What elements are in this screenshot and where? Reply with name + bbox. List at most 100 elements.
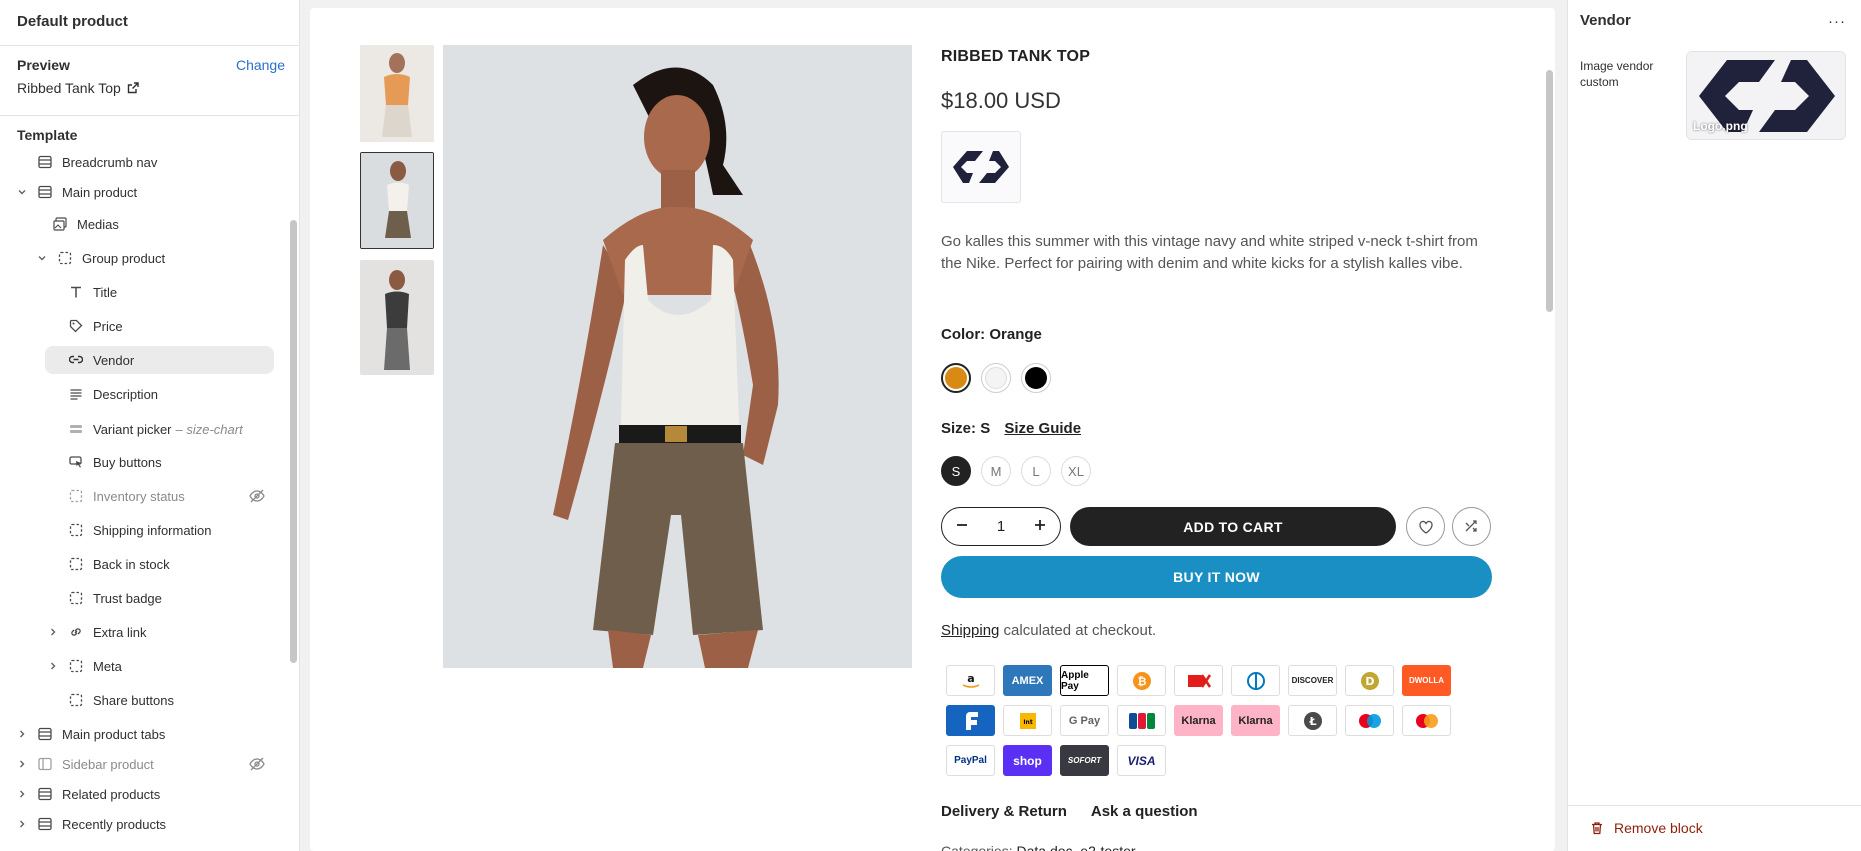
more-options-icon[interactable]: ··· <box>1828 13 1846 30</box>
dwolla-icon: DWOLLA <box>1402 665 1451 696</box>
product-price: $18.00 USD <box>941 88 1061 113</box>
divider <box>0 45 299 46</box>
chevron-right-icon[interactable] <box>17 759 27 769</box>
product-thumbnail-active[interactable] <box>360 152 434 249</box>
tab-delivery-return[interactable]: Delivery & Return <box>941 803 1067 820</box>
tree-item-group-product[interactable]: Group product <box>38 244 165 272</box>
eye-off-icon[interactable] <box>249 757 265 771</box>
tree-item-label: Buy buttons <box>93 454 162 470</box>
dankort-icon <box>1174 665 1223 696</box>
size-guide-link[interactable]: Size Guide <box>1004 420 1081 437</box>
tree-item-label: Share buttons <box>93 692 174 708</box>
tree-item-vendor[interactable]: Vendor <box>68 346 134 374</box>
product-thumbnail[interactable] <box>360 260 434 375</box>
tree-item-label: Back in stock <box>93 556 170 572</box>
chevron-right-icon[interactable] <box>17 729 27 739</box>
size-option-s[interactable]: S <box>941 456 971 486</box>
chevron-down-icon[interactable] <box>17 187 27 197</box>
buy-it-now-button[interactable]: BUY IT NOW <box>941 556 1492 598</box>
product-title: RIBBED TANK TOP <box>941 48 1091 65</box>
chevron-right-icon[interactable] <box>17 819 27 829</box>
tree-item-label: Breadcrumb nav <box>62 154 158 170</box>
shuffle-icon <box>1465 519 1477 532</box>
sidebar-scrollbar[interactable] <box>290 220 297 663</box>
tree-item-label: Extra link <box>93 624 147 640</box>
tree-item-buy-buttons[interactable]: Buy buttons <box>68 448 162 476</box>
categories-label: Categories: <box>941 843 1013 851</box>
tree-item-variant-picker[interactable]: Variant picker – size-chart <box>68 415 243 443</box>
dogecoin-icon: D <box>1345 665 1394 696</box>
color-swatch-black[interactable] <box>1021 363 1051 393</box>
tree-item-related-products[interactable]: Related products <box>20 780 160 808</box>
eye-off-icon[interactable] <box>249 489 265 503</box>
quantity-value[interactable]: 1 <box>997 518 1005 535</box>
tree-item-inventory-status[interactable]: Inventory status <box>68 482 185 510</box>
tree-item-label: Medias <box>77 216 119 232</box>
tree-item-label: Sidebar product <box>62 756 154 772</box>
svg-text:D: D <box>1365 675 1374 688</box>
size-option-m[interactable]: M <box>981 456 1011 486</box>
chevron-down-icon[interactable] <box>37 253 47 263</box>
litecoin-icon: Ł <box>1288 705 1337 736</box>
heart-icon <box>1418 520 1433 534</box>
tree-item-main-product-tabs[interactable]: Main product tabs <box>20 720 165 748</box>
tree-item-meta[interactable]: Meta <box>51 652 122 680</box>
color-swatch-white[interactable] <box>981 363 1011 393</box>
divider <box>0 115 299 116</box>
add-to-cart-button[interactable]: ADD TO CART <box>1070 507 1396 546</box>
tree-item-back-in-stock[interactable]: Back in stock <box>68 550 170 578</box>
wishlist-button[interactable] <box>1406 507 1445 546</box>
tree-item-label: Description <box>93 386 159 402</box>
shipping-link[interactable]: Shipping <box>941 622 999 639</box>
svg-text:₿: ₿ <box>1137 675 1146 688</box>
tree-item-main-product[interactable]: Main product <box>18 178 137 206</box>
size-value: S <box>980 420 991 437</box>
tree-item-extra-link[interactable]: Extra link <box>51 618 147 646</box>
block-icon <box>68 590 84 606</box>
change-preview-link[interactable]: Change <box>236 57 285 73</box>
tab-ask-question[interactable]: Ask a question <box>1091 803 1198 820</box>
tree-item-label: Inventory status <box>93 488 185 504</box>
tree-item-description[interactable]: Description <box>68 380 158 408</box>
minus-icon[interactable] <box>956 518 968 535</box>
tree-item-recently-products[interactable]: Recently products <box>20 810 166 838</box>
chevron-right-icon[interactable] <box>48 627 58 637</box>
tree-item-trust-badge[interactable]: Trust badge <box>68 584 162 612</box>
size-option-xl[interactable]: XL <box>1061 456 1091 486</box>
preview-product[interactable]: Ribbed Tank Top <box>17 80 139 96</box>
tree-item-title[interactable]: Title <box>68 278 117 306</box>
chevron-right-icon[interactable] <box>48 661 58 671</box>
color-swatch-orange[interactable] <box>941 363 971 393</box>
jcb-icon <box>1117 705 1166 736</box>
shipping-note: Shipping calculated at checkout. <box>941 622 1156 639</box>
tree-item-share-buttons[interactable]: Share buttons <box>68 686 174 714</box>
block-icon <box>68 658 84 674</box>
main-product-image[interactable] <box>443 45 912 668</box>
categories-value[interactable]: Data doc, e2-tester <box>1016 843 1135 851</box>
diners-club-icon <box>1231 665 1280 696</box>
product-description: Go kalles this summer with this vintage … <box>941 233 1478 272</box>
vendor-logo[interactable] <box>941 131 1021 203</box>
link-icon <box>68 624 84 640</box>
plus-icon[interactable] <box>1034 518 1046 535</box>
visa-icon: VISA <box>1117 745 1166 776</box>
tree-item-price[interactable]: Price <box>68 312 123 340</box>
remove-block-button[interactable]: Remove block <box>1590 820 1703 836</box>
tree-item-breadcrumb-nav[interactable]: Breadcrumb nav <box>37 148 157 176</box>
vendor-image-picker[interactable]: Logo.png <box>1686 51 1846 140</box>
size-option-l[interactable]: L <box>1021 456 1051 486</box>
tree-item-sidebar-product[interactable]: Sidebar product <box>20 750 154 778</box>
image-setting-label: Image vendor custom <box>1580 59 1654 89</box>
model-photo <box>443 45 912 668</box>
preview-scrollbar[interactable] <box>1546 70 1553 312</box>
section-icon <box>37 184 53 200</box>
apple-pay-icon: Apple Pay <box>1060 665 1109 696</box>
tree-item-shipping-information[interactable]: Shipping information <box>68 516 212 544</box>
text-lines-icon <box>68 386 84 402</box>
tree-item-medias[interactable]: Medias <box>52 210 119 238</box>
product-thumbnail[interactable] <box>360 45 434 142</box>
mastercard-icon <box>1402 705 1451 736</box>
chevron-right-icon[interactable] <box>17 789 27 799</box>
shop-pay-icon: shop <box>1003 745 1052 776</box>
compare-button[interactable] <box>1452 507 1491 546</box>
